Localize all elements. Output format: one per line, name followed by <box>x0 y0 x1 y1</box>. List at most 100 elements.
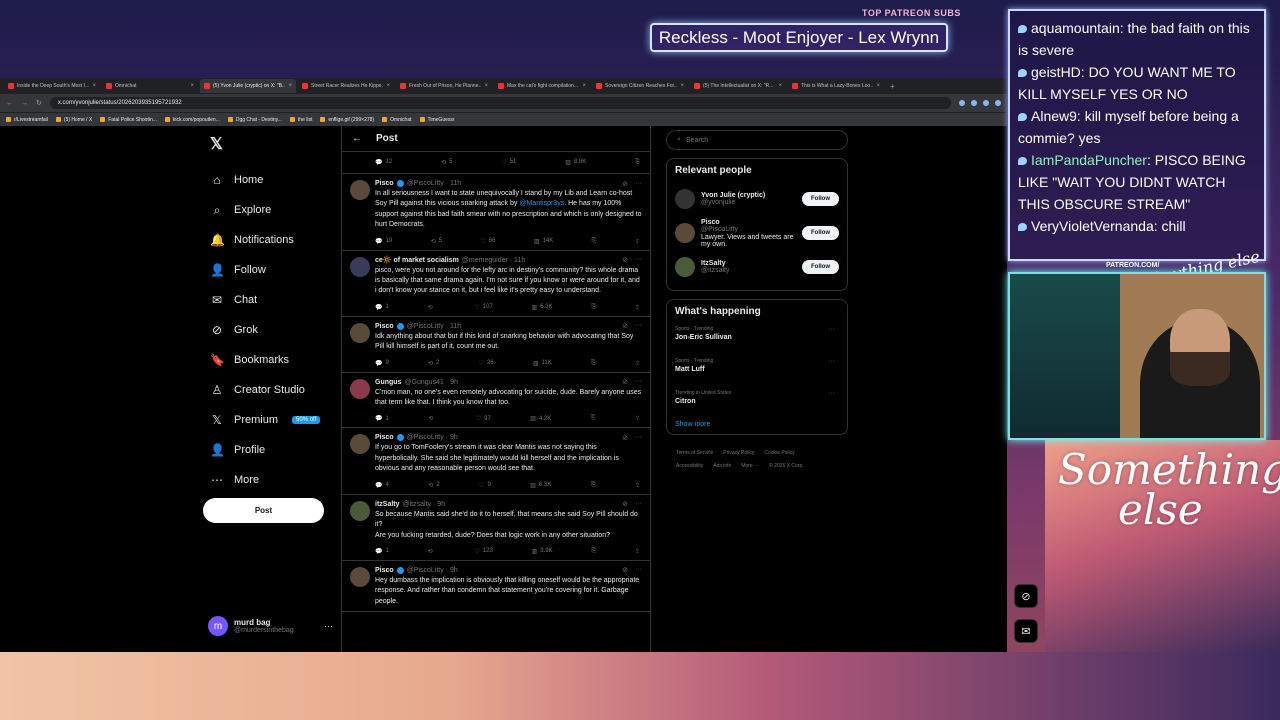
person-name[interactable]: Pisco <box>701 219 796 226</box>
browser-tab[interactable]: Fresh Out of Prison, He Planne... × <box>396 79 492 93</box>
grok-icon[interactable]: ⊘ <box>622 434 628 442</box>
views-count[interactable]: ▥ 3.9K <box>532 547 553 556</box>
close-icon[interactable]: × <box>582 83 586 89</box>
relevant-person[interactable]: ItzSalty @itzsalty Follow <box>675 250 839 284</box>
bookmark-item[interactable]: TimeGuessr <box>419 117 455 123</box>
grok-icon[interactable]: ⊘ <box>1014 584 1038 608</box>
relevant-person[interactable]: Pisco @PiscoLitty Lawyer. Views and tweets… <box>675 216 839 250</box>
repost-button[interactable]: ⟲ <box>428 547 436 556</box>
forward-icon[interactable]: → <box>21 100 28 107</box>
tweet[interactable]: Pisco @PiscoLitty · 11h ⊘ ··· Idk anything a… <box>342 317 650 373</box>
avatar[interactable] <box>350 256 370 277</box>
repost-button[interactable]: ⟲ 5 <box>431 237 442 246</box>
follow-button[interactable]: Follow <box>802 192 839 206</box>
browser-tab[interactable]: (5) Yvon Julie (cryptic) on X: "B... × <box>200 79 296 93</box>
x-logo-icon[interactable]: 𝕏 <box>210 134 223 154</box>
tweet[interactable]: itzSalty @itzsalty · 9h ⊘ ··· So because Man… <box>342 495 650 561</box>
like-button[interactable]: ♡ 107 <box>474 303 492 312</box>
nav-item-more[interactable]: ⋯ More <box>210 470 259 490</box>
more-dots-icon[interactable]: ··· <box>635 566 642 574</box>
trend-item[interactable]: Sports · Trending Jon-Eric Sullivan ··· <box>675 323 839 355</box>
nav-item-notifications[interactable]: 🔔 Notifications <box>210 230 294 250</box>
avatar[interactable] <box>675 257 695 277</box>
new-tab-icon[interactable]: + <box>886 82 899 91</box>
bookmark-icon[interactable]: ⎘ <box>591 303 596 312</box>
bookmark-item[interactable]: Fatal Police Shootin... <box>100 117 157 123</box>
bookmark-icon[interactable]: ⎘ <box>591 547 596 556</box>
repost-button[interactable]: ⟲ 5 <box>441 159 452 166</box>
messages-icon[interactable]: ✉ <box>1014 619 1038 643</box>
chat-username[interactable]: Alnew9 <box>1031 108 1077 124</box>
back-arrow-icon[interactable]: ← <box>352 133 362 144</box>
tweet[interactable]: Pisco @PiscoLitty · 9h ⊘ ··· Hey dumbass the… <box>342 561 650 613</box>
share-icon[interactable]: ⇪ <box>635 414 640 423</box>
nav-item-profile[interactable]: 👤 Profile <box>210 440 265 460</box>
footer-link[interactable]: Accessibility <box>676 463 703 469</box>
footer-link[interactable]: © 2026 X Corp. <box>769 463 804 469</box>
views-count[interactable]: ▥ 6.3K <box>530 481 551 490</box>
like-button[interactable]: ♡ 9 <box>479 481 491 490</box>
tweet-author-name[interactable]: Pisco <box>375 434 394 441</box>
bookmark-icon[interactable]: ⎘ <box>591 359 596 368</box>
bookmark-icon[interactable]: ⎘ <box>635 159 640 166</box>
browser-tab[interactable]: Max the cat's fight compilation... × <box>494 79 590 93</box>
browser-tab[interactable]: (5) The Intellectualist on X: "R... × <box>690 79 786 93</box>
share-icon[interactable]: ⇪ <box>635 481 640 490</box>
mention-link[interactable]: @Mantispr3ys <box>519 200 564 207</box>
chat-username[interactable]: aquamountain <box>1031 20 1120 36</box>
like-button[interactable]: ♡ 66 <box>480 237 495 246</box>
grok-icon[interactable]: ⊘ <box>622 256 628 264</box>
avatar[interactable] <box>675 223 695 243</box>
tweet[interactable]: Pisco @PiscoLitty · 9h ⊘ ··· If you go to To… <box>342 428 650 495</box>
bookmark-item[interactable]: kick.com/popoutlen... <box>164 117 220 123</box>
show-more-link[interactable]: Show more <box>675 421 839 428</box>
avatar[interactable] <box>350 566 370 587</box>
repost-button[interactable]: ⟲ 2 <box>428 359 439 368</box>
reply-button[interactable]: 💬 4 <box>375 481 389 490</box>
tweet-author-name[interactable]: Pisco <box>375 323 394 330</box>
more-dots-icon[interactable]: ··· <box>635 322 642 330</box>
browser-tab[interactable]: Sovereign Citizen Reaches For... × <box>592 79 688 93</box>
relevant-person[interactable]: Yvon Julie (cryptic) @yvonjulie Follow <box>675 182 839 216</box>
footer-link[interactable]: Terms of Service <box>676 450 713 456</box>
avatar[interactable] <box>350 180 370 200</box>
avatar[interactable] <box>350 500 370 521</box>
url-field[interactable]: x.com/yvonjulie/status/20262039351957219… <box>49 97 951 109</box>
close-icon[interactable]: × <box>92 83 96 89</box>
tweet[interactable]: Pisco @PiscoLitty · 11h ⊘ ··· In all serious… <box>342 174 650 251</box>
bookmark-item[interactable]: r/Livestreamfail <box>6 117 48 123</box>
avatar[interactable] <box>350 434 370 455</box>
footer-link[interactable]: Cookie Policy <box>764 450 794 456</box>
account-switcher[interactable]: m murd bag @murdersinthebag ··· <box>208 616 333 636</box>
avatar[interactable] <box>675 189 695 209</box>
views-count[interactable]: ▥ 11K <box>533 359 552 368</box>
views-count[interactable]: ▥ 4.2K <box>530 414 551 423</box>
more-dots-icon[interactable]: ··· <box>635 378 642 386</box>
avatar[interactable] <box>350 378 370 399</box>
extension-icon[interactable] <box>971 100 977 106</box>
reload-icon[interactable]: ↻ <box>36 99 42 107</box>
person-name[interactable]: Yvon Julie (cryptic) <box>701 192 796 199</box>
follow-button[interactable]: Follow <box>802 226 839 240</box>
nav-item-grok[interactable]: ⊘ Grok <box>210 320 258 340</box>
chat-username[interactable]: geistHD <box>1031 64 1081 80</box>
bookmark-item[interactable]: Omnichat <box>382 117 412 123</box>
reply-button[interactable]: 💬 19 <box>375 237 392 246</box>
like-button[interactable]: ♡ 51 <box>501 159 516 166</box>
chat-username[interactable]: VeryVioletVernanda <box>1031 218 1154 234</box>
repost-button[interactable]: ⟲ <box>428 414 436 423</box>
tweet[interactable]: Gungus @Gungus41 · 9h ⊘ ··· C'mon man, no on… <box>342 373 650 429</box>
reply-button[interactable]: 💬 9 <box>375 359 389 368</box>
close-icon[interactable]: × <box>484 83 488 89</box>
share-icon[interactable]: ⇪ <box>635 237 640 246</box>
extension-icon[interactable] <box>983 100 989 106</box>
bookmark-item[interactable]: enflige.gif (299×278) <box>320 117 374 123</box>
browser-tab[interactable]: Omnichat × <box>102 79 198 93</box>
share-icon[interactable]: ⇪ <box>635 359 640 368</box>
nav-item-chat[interactable]: ✉ Chat <box>210 290 257 310</box>
back-icon[interactable]: ← <box>6 100 13 107</box>
extension-icon[interactable] <box>959 100 965 106</box>
more-dots-icon[interactable]: ··· <box>635 180 642 188</box>
tweet[interactable]: ce🔆 of market socialism @memeguider · 11h… <box>342 251 650 317</box>
nav-item-bookmarks[interactable]: 🔖 Bookmarks <box>210 350 289 370</box>
